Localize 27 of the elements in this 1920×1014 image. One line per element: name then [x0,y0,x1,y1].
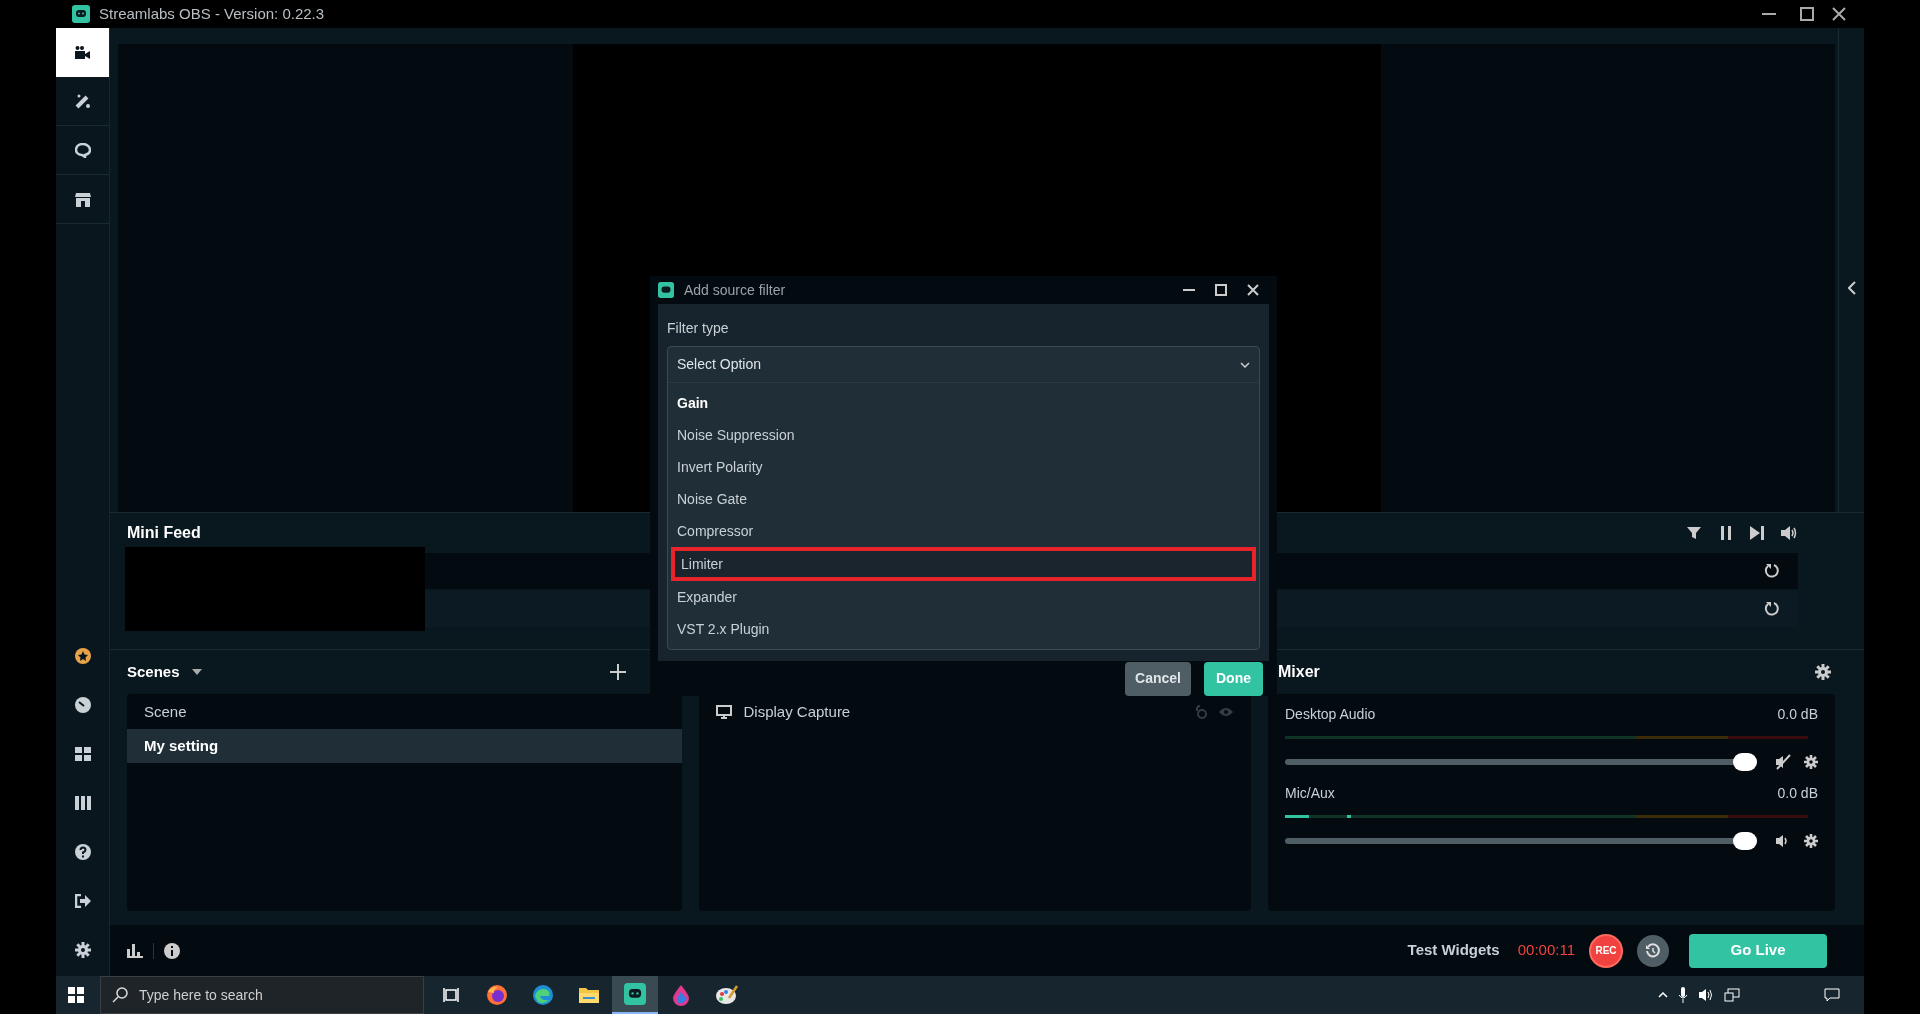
scene-item[interactable]: My setting [127,729,682,763]
dropdown-option[interactable]: VST 2.x Plugin [668,613,1259,645]
filter-type-select[interactable]: Select Option [668,347,1259,383]
channel-name: Desktop Audio [1285,704,1376,724]
dropdown-option[interactable]: Gain [668,387,1259,419]
search-field[interactable]: Type here to search [100,976,424,1014]
channel-name: Mic/Aux [1285,783,1335,803]
dropdown-option[interactable]: Noise Suppression [668,419,1259,451]
dropdown-option[interactable]: Limiter [671,547,1256,581]
panel-title: Mixer [1278,662,1320,682]
panel-title: Mini Feed [127,523,201,543]
cancel-button[interactable]: Cancel [1125,661,1191,696]
dropdown-option[interactable]: Expander [668,581,1259,613]
dropdown-option[interactable]: Invert Polarity [668,451,1259,483]
dropdown-option[interactable]: Noise Gate [668,483,1259,515]
record-button[interactable]: REC [1589,933,1623,968]
recording-timer: 00:00:11 [1517,940,1575,961]
dialog-title: Add source filter [684,280,786,300]
field-label: Filter type [667,319,730,338]
source-item[interactable]: Display Capture [743,700,851,724]
window-title: Streamlabs OBS - Version: 0.22.3 [99,3,325,24]
channel-reading: 0.0 dB [1777,783,1818,803]
dropdown-option[interactable]: Compressor [668,515,1259,547]
channel-reading: 0.0 dB [1777,704,1818,724]
panel-title: Scenes [127,661,180,682]
test-widgets-link[interactable]: Test Widgets [1407,939,1500,962]
scene-item[interactable]: Scene [127,695,682,729]
